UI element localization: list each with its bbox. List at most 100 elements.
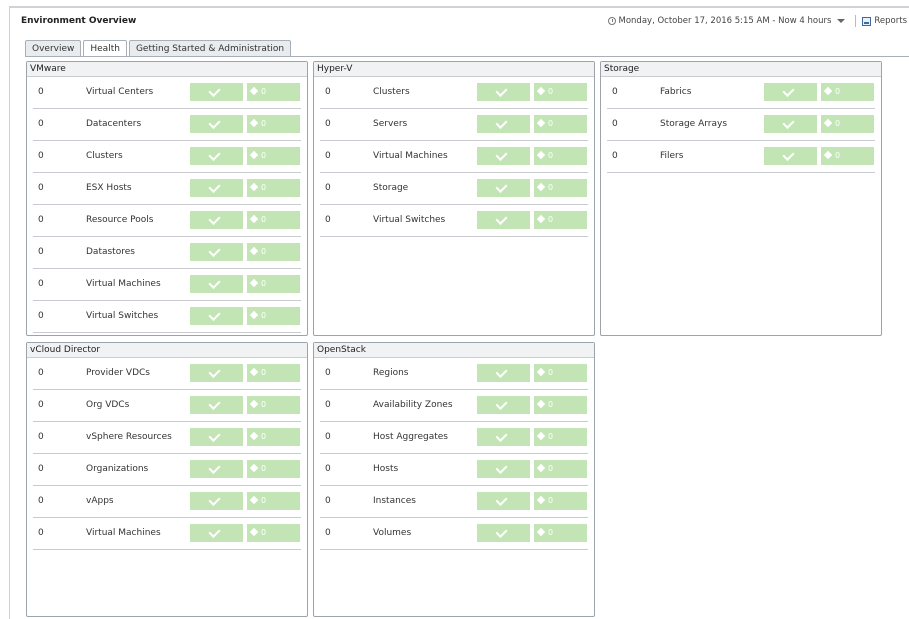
status-ok-icon[interactable] xyxy=(190,428,243,446)
list-item[interactable]: 0 Clusters 0 xyxy=(320,77,588,109)
list-item[interactable]: 0 Volumes 0 xyxy=(320,518,588,550)
alarm-count-button[interactable]: 0 xyxy=(247,115,300,133)
list-item[interactable]: 0 Storage 0 xyxy=(320,173,588,205)
list-item[interactable]: 0 Servers 0 xyxy=(320,109,588,141)
object-type-label[interactable]: Resource Pools xyxy=(86,215,153,225)
list-item[interactable]: 0 Regions 0 xyxy=(320,358,588,390)
status-ok-icon[interactable] xyxy=(477,396,530,414)
status-ok-icon[interactable] xyxy=(477,211,530,229)
alarm-count-button[interactable]: 0 xyxy=(821,115,874,133)
alarm-count-button[interactable]: 0 xyxy=(534,115,587,133)
object-type-label[interactable]: Organizations xyxy=(86,464,148,474)
object-type-label[interactable]: Regions xyxy=(373,368,409,378)
alarm-count-button[interactable]: 0 xyxy=(534,396,587,414)
alarm-count-button[interactable]: 0 xyxy=(534,460,587,478)
list-item[interactable]: 0 Filers 0 xyxy=(607,141,875,173)
alarm-count-button[interactable]: 0 xyxy=(534,147,587,165)
reports-icon[interactable] xyxy=(862,16,872,26)
time-range-selector[interactable]: Monday, October 17, 2016 5:15 AM - Now 4… xyxy=(619,16,832,26)
alarm-count-button[interactable]: 0 xyxy=(247,307,300,325)
alarm-count-button[interactable]: 0 xyxy=(247,243,300,261)
list-item[interactable]: 0 Instances 0 xyxy=(320,486,588,518)
object-type-label[interactable]: Virtual Machines xyxy=(86,528,161,538)
alarm-count-button[interactable]: 0 xyxy=(247,83,300,101)
object-type-label[interactable]: Virtual Switches xyxy=(86,311,158,321)
status-ok-icon[interactable] xyxy=(190,307,243,325)
object-type-label[interactable]: ESX Hosts xyxy=(86,183,132,193)
list-item[interactable]: 0 Datastores 0 xyxy=(33,237,301,269)
list-item[interactable]: 0 Clusters 0 xyxy=(33,141,301,173)
status-ok-icon[interactable] xyxy=(190,492,243,510)
list-item[interactable]: 0 Datacenters 0 xyxy=(33,109,301,141)
object-type-label[interactable]: Instances xyxy=(373,496,416,506)
status-ok-icon[interactable] xyxy=(477,460,530,478)
alarm-count-button[interactable]: 0 xyxy=(247,275,300,293)
list-item[interactable]: 0 Organizations 0 xyxy=(33,454,301,486)
status-ok-icon[interactable] xyxy=(190,396,243,414)
status-ok-icon[interactable] xyxy=(190,460,243,478)
alarm-count-button[interactable]: 0 xyxy=(247,492,300,510)
status-ok-icon[interactable] xyxy=(477,524,530,542)
status-ok-icon[interactable] xyxy=(190,524,243,542)
status-ok-icon[interactable] xyxy=(190,275,243,293)
list-item[interactable]: 0 Provider VDCs 0 xyxy=(33,358,301,390)
alarm-count-button[interactable]: 0 xyxy=(534,364,587,382)
alarm-count-button[interactable]: 0 xyxy=(247,460,300,478)
status-ok-icon[interactable] xyxy=(764,83,817,101)
object-type-label[interactable]: Datacenters xyxy=(86,119,141,129)
alarm-count-button[interactable]: 0 xyxy=(247,524,300,542)
status-ok-icon[interactable] xyxy=(477,83,530,101)
list-item[interactable]: 0 Resource Pools 0 xyxy=(33,205,301,237)
object-type-label[interactable]: Storage Arrays xyxy=(660,119,727,129)
list-item[interactable]: 0 Virtual Machines 0 xyxy=(33,269,301,301)
status-ok-icon[interactable] xyxy=(477,147,530,165)
list-item[interactable]: 0 Fabrics 0 xyxy=(607,77,875,109)
status-ok-icon[interactable] xyxy=(190,179,243,197)
status-ok-icon[interactable] xyxy=(190,364,243,382)
tab-health[interactable]: Health xyxy=(83,40,127,57)
status-ok-icon[interactable] xyxy=(190,211,243,229)
tab-overview[interactable]: Overview xyxy=(25,40,82,56)
alarm-count-button[interactable]: 0 xyxy=(247,211,300,229)
alarm-count-button[interactable]: 0 xyxy=(534,492,587,510)
status-ok-icon[interactable] xyxy=(477,428,530,446)
object-type-label[interactable]: Virtual Machines xyxy=(373,151,448,161)
status-ok-icon[interactable] xyxy=(477,364,530,382)
object-type-label[interactable]: Host Aggregates xyxy=(373,432,448,442)
alarm-count-button[interactable]: 0 xyxy=(534,179,587,197)
list-item[interactable]: 0 Hosts 0 xyxy=(320,454,588,486)
list-item[interactable]: 0 Host Aggregates 0 xyxy=(320,422,588,454)
status-ok-icon[interactable] xyxy=(764,115,817,133)
alarm-count-button[interactable]: 0 xyxy=(247,428,300,446)
object-type-label[interactable]: Volumes xyxy=(373,528,411,538)
object-type-label[interactable]: Storage xyxy=(373,183,408,193)
object-type-label[interactable]: Virtual Centers xyxy=(86,87,153,97)
alarm-count-button[interactable]: 0 xyxy=(247,179,300,197)
list-item[interactable]: 0 Virtual Switches 0 xyxy=(320,205,588,237)
object-type-label[interactable]: vSphere Resources xyxy=(86,432,172,442)
alarm-count-button[interactable]: 0 xyxy=(247,147,300,165)
alarm-count-button[interactable]: 0 xyxy=(534,428,587,446)
alarm-count-button[interactable]: 0 xyxy=(821,83,874,101)
alarm-count-button[interactable]: 0 xyxy=(534,211,587,229)
list-item[interactable]: 0 vSphere Resources 0 xyxy=(33,422,301,454)
object-type-label[interactable]: Org VDCs xyxy=(86,400,129,410)
tab-getting-started-administration[interactable]: Getting Started & Administration xyxy=(128,40,292,56)
list-item[interactable]: 0 vApps 0 xyxy=(33,486,301,518)
list-item[interactable]: 0 Storage Arrays 0 xyxy=(607,109,875,141)
alarm-count-button[interactable]: 0 xyxy=(821,147,874,165)
status-ok-icon[interactable] xyxy=(190,147,243,165)
object-type-label[interactable]: Fabrics xyxy=(660,87,691,97)
status-ok-icon[interactable] xyxy=(477,492,530,510)
object-type-label[interactable]: Clusters xyxy=(86,151,123,161)
status-ok-icon[interactable] xyxy=(190,243,243,261)
alarm-count-button[interactable]: 0 xyxy=(247,396,300,414)
list-item[interactable]: 0 Virtual Switches 0 xyxy=(33,301,301,333)
list-item[interactable]: 0 Org VDCs 0 xyxy=(33,390,301,422)
object-type-label[interactable]: Virtual Machines xyxy=(86,279,161,289)
list-item[interactable]: 0 Virtual Machines 0 xyxy=(320,141,588,173)
alarm-count-button[interactable]: 0 xyxy=(534,83,587,101)
object-type-label[interactable]: Hosts xyxy=(373,464,398,474)
status-ok-icon[interactable] xyxy=(190,83,243,101)
object-type-label[interactable]: Servers xyxy=(373,119,407,129)
